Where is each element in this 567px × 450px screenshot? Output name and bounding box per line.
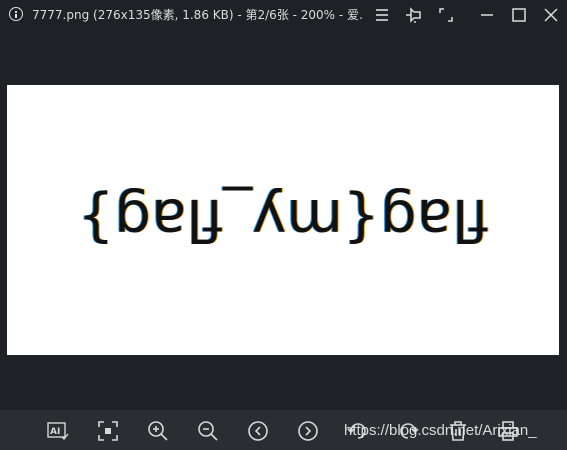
- close-button[interactable]: [540, 4, 562, 26]
- zoom-in-button[interactable]: [146, 419, 170, 443]
- title-bar: 7777.png (276x135像素, 1.86 KB) - 第2/6张 - …: [0, 0, 567, 30]
- next-icon: [298, 421, 318, 441]
- fullscreen-button[interactable]: [435, 4, 457, 26]
- fullscreen-icon: [439, 8, 453, 22]
- zoom-in-icon: [148, 421, 168, 441]
- displayed-image: flag{my_flag}: [7, 85, 559, 355]
- info-icon[interactable]: [9, 7, 23, 21]
- image-viewer[interactable]: flag{my_flag}: [0, 30, 567, 410]
- pin-icon: [406, 7, 421, 23]
- menu-button[interactable]: [371, 4, 393, 26]
- svg-text:AI: AI: [50, 427, 60, 437]
- ai-button[interactable]: AI: [46, 419, 70, 443]
- next-button[interactable]: [296, 419, 320, 443]
- previous-icon: [248, 421, 268, 441]
- zoom-out-button[interactable]: [196, 419, 220, 443]
- image-flag-text: flag{my_flag}: [77, 186, 489, 254]
- minimize-button[interactable]: [476, 4, 498, 26]
- fit-screen-button[interactable]: [96, 419, 120, 443]
- maximize-icon: [512, 8, 526, 22]
- window-title: 7777.png (276x135像素, 1.86 KB) - 第2/6张 - …: [32, 8, 362, 22]
- pin-button[interactable]: [403, 4, 425, 26]
- watermark-text: https://blog.csdn.net/Arixian_: [344, 422, 537, 439]
- fit-screen-icon: [98, 421, 118, 441]
- previous-button[interactable]: [246, 419, 270, 443]
- hamburger-menu-icon: [376, 9, 388, 21]
- zoom-out-icon: [198, 421, 218, 441]
- minimize-icon: [481, 14, 493, 16]
- maximize-button[interactable]: [508, 4, 530, 26]
- close-icon: [544, 8, 558, 22]
- ai-icon: AI: [47, 422, 69, 441]
